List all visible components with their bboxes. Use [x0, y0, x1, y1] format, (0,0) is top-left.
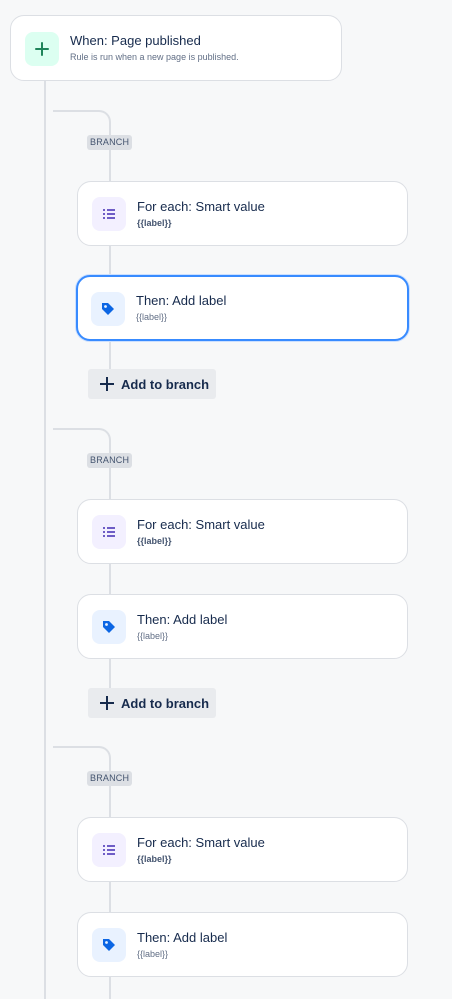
plus-icon — [100, 377, 114, 391]
branch-connector — [109, 440, 111, 700]
for-each-value: {{label}} — [137, 217, 172, 228]
add-label-card[interactable]: Then: Add label {{label}} — [77, 912, 408, 977]
list-icon-box — [92, 197, 126, 231]
tag-icon-box — [91, 292, 125, 326]
list-icon — [103, 527, 115, 537]
trigger-icon-box — [25, 32, 59, 66]
add-label-title: Then: Add label — [137, 611, 228, 627]
add-to-branch-label: Add to branch — [121, 376, 210, 392]
add-label-value: {{label}} — [136, 312, 168, 322]
tag-icon — [103, 939, 115, 951]
for-each-value: {{label}} — [137, 853, 172, 864]
for-each-card[interactable]: For each: Smart value {{label}} — [77, 499, 408, 564]
tag-icon-box — [92, 610, 126, 644]
for-each-title: For each: Smart value — [137, 198, 265, 214]
for-each-card[interactable]: For each: Smart value {{label}} — [77, 817, 408, 882]
add-label-title: Then: Add label — [137, 929, 228, 945]
main-connector — [44, 80, 46, 999]
branch-tag: BRANCH — [87, 453, 133, 468]
trigger-subtitle: Rule is run when a new page is published… — [70, 52, 239, 62]
list-icon-box — [92, 515, 126, 549]
tag-icon — [103, 621, 115, 633]
tag-icon-box — [92, 928, 126, 962]
plus-icon — [100, 696, 114, 710]
tag-icon — [102, 303, 114, 315]
add-to-branch-label: Add to branch — [121, 695, 210, 711]
for-each-title: For each: Smart value — [137, 516, 265, 532]
list-icon-box — [92, 833, 126, 867]
branch-tag: BRANCH — [87, 771, 133, 786]
branch-connector — [109, 122, 111, 382]
add-label-card[interactable]: Then: Add label {{label}} — [76, 275, 409, 341]
branch-tag: BRANCH — [87, 135, 133, 150]
plus-icon — [35, 42, 49, 56]
list-icon — [103, 845, 115, 855]
trigger-card[interactable]: When: Page published Rule is run when a … — [10, 15, 342, 81]
add-label-value: {{label}} — [137, 948, 169, 959]
for-each-card[interactable]: For each: Smart value {{label}} — [77, 181, 408, 246]
for-each-value: {{label}} — [137, 535, 172, 546]
list-icon — [103, 209, 115, 219]
for-each-title: For each: Smart value — [137, 834, 265, 850]
trigger-title: When: Page published — [70, 33, 201, 48]
add-to-branch-button[interactable]: Add to branch — [88, 688, 216, 718]
add-label-card[interactable]: Then: Add label {{label}} — [77, 594, 408, 659]
add-label-title: Then: Add label — [136, 293, 227, 308]
add-label-value: {{label}} — [137, 630, 169, 641]
add-to-branch-button[interactable]: Add to branch — [88, 369, 216, 399]
